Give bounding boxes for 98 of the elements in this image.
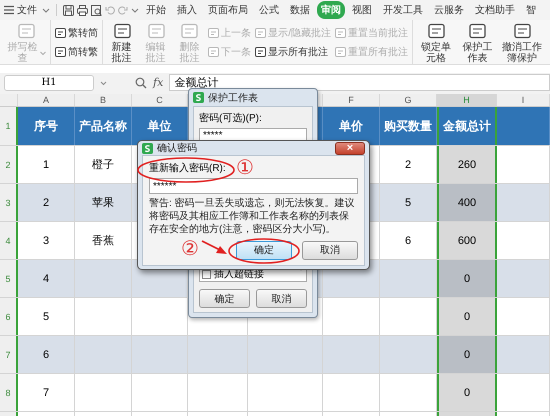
name-box[interactable]: H1 [4, 74, 94, 90]
save-icon[interactable] [63, 4, 74, 16]
document-icon [255, 28, 266, 38]
document-icon [208, 46, 220, 56]
caret-icon[interactable] [100, 80, 107, 86]
document-icon [467, 23, 488, 40]
document-icon [335, 46, 346, 56]
table-cell-text: 香蕉 [92, 234, 114, 248]
header-cell: 序号 [34, 118, 58, 134]
document-icon [54, 28, 66, 38]
table-cell: 5 [404, 196, 412, 208]
row-number[interactable]: 6 [5, 312, 10, 322]
table-cell: 0 [464, 386, 470, 398]
row-number[interactable]: 5 [5, 274, 10, 284]
ribbon-tab[interactable]: 开发工具 [379, 1, 427, 19]
field-label: 密码(可选)(P): [199, 112, 263, 125]
menu-icon[interactable] [4, 5, 14, 15]
table-cell: 7 [42, 386, 50, 398]
dialog-title: 确认密码 [157, 142, 197, 155]
table-cell: 400 [458, 196, 476, 208]
step-number: ② [181, 238, 199, 258]
column-header[interactable]: I [497, 94, 550, 106]
ribbon-tab[interactable]: 文档助手 [471, 1, 519, 19]
table-cell: 3 [42, 234, 50, 246]
document-icon [112, 23, 132, 40]
header-cell: 金额总计 [443, 118, 491, 134]
dialog-title: 保护工作表 [208, 92, 258, 104]
dialog-button[interactable]: 确定 [199, 289, 250, 308]
ribbon-tab[interactable]: 数据 [286, 1, 314, 19]
row-number[interactable]: 1 [5, 121, 10, 131]
row-number[interactable]: 3 [5, 198, 10, 208]
document-icon [146, 23, 166, 40]
table-cell: 1 [42, 158, 50, 170]
header-cell: 购买数量 [384, 118, 432, 134]
table-cell: 600 [458, 234, 476, 246]
table-cell: 6 [404, 234, 412, 246]
table-cell: 0 [464, 310, 470, 322]
caret-icon [40, 50, 46, 56]
document-icon [335, 28, 346, 38]
file-menu[interactable]: 文件 [17, 3, 37, 17]
table-cell: 5 [42, 310, 50, 322]
column-header[interactable]: F [323, 94, 380, 106]
ribbon-tab[interactable]: 公式 [255, 1, 283, 19]
app-logo-icon [193, 92, 204, 103]
column-header[interactable]: A [18, 94, 75, 106]
ribbon-tab[interactable]: 云服务 [430, 1, 468, 19]
table-cell-text: 苹果 [92, 196, 114, 210]
ribbon-button[interactable]: 锁定单元格 [416, 20, 456, 64]
document-icon [16, 23, 36, 40]
column-header[interactable]: B [75, 94, 132, 106]
dialog-button[interactable]: 取消 [302, 240, 358, 260]
warning-text: 警告: 密码一旦丢失或遗忘，则无法恢复。建议将密码及其相应工作簿和工作表名称的列表保存在安全的地方(注意，密码区分大小写)。 [149, 197, 356, 236]
ribbon-button[interactable]: 繁转简 [54, 26, 99, 40]
ribbon-button[interactable]: 撤消工作簿保护 [499, 20, 545, 64]
caret-icon[interactable] [131, 6, 139, 14]
document-icon [255, 46, 266, 56]
table-cell: 0 [464, 348, 470, 360]
document-icon [208, 28, 220, 38]
print-preview-icon[interactable] [91, 4, 102, 16]
pointer-arrow [201, 240, 228, 255]
ribbon-button[interactable]: 保护工作表 [458, 20, 497, 64]
header-cell: 产品名称 [79, 118, 127, 134]
dialog-button[interactable]: 取消 [256, 289, 307, 308]
document-icon [179, 23, 200, 40]
field-label: 重新输入密码(R): [149, 162, 226, 175]
print-icon[interactable] [77, 4, 88, 16]
password-field[interactable]: ****** [149, 178, 358, 194]
table-cell: 4 [42, 272, 50, 284]
highlight-ellipse [228, 238, 300, 264]
ribbon-tab[interactable]: 页面布局 [204, 1, 252, 19]
row-number[interactable]: 7 [5, 350, 10, 360]
ribbon-button[interactable]: 新建批注 [106, 20, 138, 64]
ribbon-tab[interactable]: 开始 [142, 1, 170, 19]
function-button[interactable]: fx [153, 76, 164, 89]
ribbon-tab[interactable]: 智 [522, 1, 540, 19]
caret-icon[interactable] [42, 6, 50, 14]
dialog-button[interactable]: 确定 [236, 240, 292, 260]
table-cell: 2 [404, 158, 412, 170]
formula-field[interactable]: 金额总计 [169, 74, 550, 91]
ribbon-tab[interactable]: 插入 [173, 1, 201, 19]
row-number[interactable]: 4 [5, 236, 10, 246]
step-number: ① [236, 157, 254, 177]
ribbon-tab[interactable]: 视图 [348, 1, 376, 19]
ribbon-button[interactable]: 简转繁 [54, 44, 99, 58]
row-number[interactable]: 8 [5, 388, 10, 398]
table-cell: 2 [42, 196, 50, 208]
header-cell: 单位 [148, 118, 172, 134]
table-cell: 6 [42, 348, 50, 360]
document-icon [426, 23, 446, 40]
header-cell: 单价 [339, 118, 363, 134]
zoom-icon[interactable] [135, 76, 147, 88]
row-number[interactable]: 2 [5, 160, 10, 170]
table-cell: 260 [458, 158, 476, 170]
table-cell: 0 [464, 272, 470, 284]
document-icon [512, 23, 532, 40]
document-icon [54, 46, 66, 56]
table-cell-text: 橙子 [92, 158, 114, 172]
ribbon-button[interactable]: 显示所有批注 [254, 44, 332, 58]
